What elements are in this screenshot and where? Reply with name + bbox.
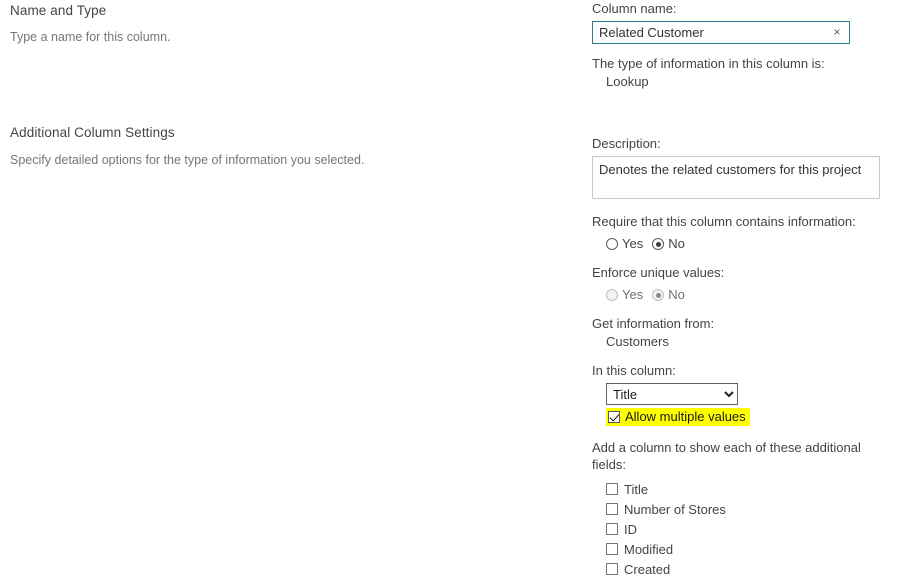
- column-settings-form: Column name: × The type of information i…: [592, 0, 897, 579]
- additional-field-label: Modified: [624, 541, 674, 557]
- checkbox-icon[interactable]: [606, 483, 618, 495]
- list-item[interactable]: Number of Stores: [606, 499, 897, 519]
- checkbox-checked-icon: [608, 411, 620, 423]
- type-of-information-value: Lookup: [606, 74, 649, 89]
- require-information-option-yes[interactable]: Yes: [606, 235, 643, 253]
- require-information-option-no-label: No: [668, 236, 685, 251]
- additional-field-label: Number of Stores: [624, 501, 726, 517]
- checkbox-icon[interactable]: [606, 503, 618, 515]
- section-heading-name-and-type: Name and Type: [10, 3, 107, 18]
- checkbox-icon[interactable]: [606, 543, 618, 555]
- require-information-option-yes-label: Yes: [622, 236, 644, 251]
- additional-field-label: Title: [624, 481, 649, 497]
- in-this-column-select[interactable]: Title: [606, 383, 738, 405]
- column-name-label: Column name:: [592, 1, 677, 16]
- column-name-input[interactable]: [593, 22, 823, 43]
- type-of-information-label: The type of information in this column i…: [592, 56, 825, 71]
- radio-icon-disabled-checked: [652, 289, 665, 301]
- radio-icon-disabled-unchecked: [606, 289, 618, 301]
- additional-fields-list: Title Number of Stores ID Modified Creat…: [606, 479, 897, 579]
- require-information-option-no[interactable]: No: [652, 235, 685, 253]
- enforce-unique-option-no-label: No: [668, 287, 685, 302]
- require-information-radio-group: Yes No: [606, 235, 897, 253]
- in-this-column-label: In this column:: [592, 363, 676, 378]
- allow-multiple-values-label: Allow multiple values: [625, 409, 746, 424]
- enforce-unique-values-label: Enforce unique values:: [592, 265, 725, 280]
- clear-icon[interactable]: ×: [829, 24, 845, 41]
- get-information-from-value: Customers: [606, 334, 669, 349]
- section-description-name-and-type: Type a name for this column.: [10, 30, 171, 44]
- section-additional-column-settings: Additional Column Settings Specify detai…: [10, 125, 364, 167]
- radio-icon-unchecked: [606, 238, 618, 250]
- checkbox-icon[interactable]: [606, 563, 618, 575]
- section-description-additional-settings: Specify detailed options for the type of…: [10, 153, 365, 167]
- list-item[interactable]: Modified: [606, 539, 897, 559]
- get-information-from-label: Get information from:: [592, 316, 715, 331]
- list-item[interactable]: Title: [606, 479, 897, 499]
- description-label: Description:: [592, 136, 661, 151]
- section-heading-additional-settings: Additional Column Settings: [10, 125, 175, 140]
- allow-multiple-values-row[interactable]: Allow multiple values: [606, 408, 750, 426]
- additional-field-label: ID: [624, 521, 637, 537]
- require-information-label: Require that this column contains inform…: [592, 214, 856, 229]
- enforce-unique-option-no: No: [652, 286, 685, 304]
- enforce-unique-values-radio-group: Yes No: [606, 286, 897, 304]
- description-textarea[interactable]: Denotes the related customers for this p…: [592, 156, 880, 199]
- section-name-and-type: Name and Type Type a name for this colum…: [10, 3, 171, 44]
- enforce-unique-option-yes-label: Yes: [622, 287, 644, 302]
- checkbox-icon[interactable]: [606, 523, 618, 535]
- column-name-field-wrapper[interactable]: ×: [592, 21, 850, 44]
- additional-fields-label: Add a column to show each of these addit…: [592, 440, 861, 472]
- additional-field-label: Created: [624, 561, 671, 577]
- enforce-unique-option-yes: Yes: [606, 286, 643, 304]
- in-this-column-select-wrapper[interactable]: Title: [606, 383, 897, 405]
- radio-icon-checked: [652, 238, 665, 250]
- list-item[interactable]: ID: [606, 519, 897, 539]
- list-item[interactable]: Created: [606, 559, 897, 579]
